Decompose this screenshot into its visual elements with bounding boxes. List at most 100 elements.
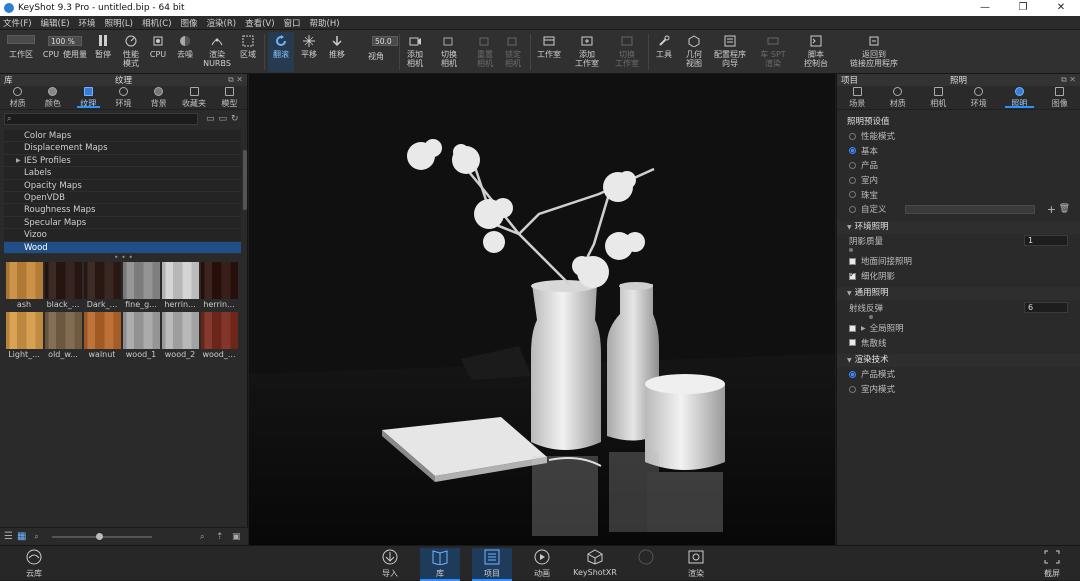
disabled-tool-button[interactable] <box>626 548 666 579</box>
texture-swatch[interactable] <box>84 262 121 299</box>
zoom-in-icon[interactable]: ⌕ <box>200 532 204 542</box>
texture-swatch[interactable] <box>6 262 43 299</box>
texture-thumbnail[interactable]: wood_... <box>200 312 238 360</box>
script-console-button[interactable]: 脚本控制台 <box>800 32 832 72</box>
custom-preset-dropdown[interactable] <box>905 205 1035 214</box>
folder-color-maps[interactable]: Color Maps <box>4 130 241 142</box>
slider-knob[interactable] <box>869 315 873 319</box>
studio-button[interactable]: 工作室 <box>534 32 564 72</box>
texture-swatch[interactable] <box>123 262 160 299</box>
texture-swatch[interactable] <box>201 312 238 349</box>
close-button[interactable]: ✕ <box>1042 0 1080 16</box>
tab-backplates[interactable]: 背景 <box>141 86 176 109</box>
interior-mode-option[interactable]: 室内模式 <box>837 382 1080 397</box>
preset-custom[interactable]: 自定义 + 🗑 <box>837 202 1080 217</box>
texture-swatch[interactable] <box>84 312 121 349</box>
texture-swatch[interactable] <box>162 312 199 349</box>
texture-thumbnail[interactable]: black_... <box>44 262 82 310</box>
tab-environments[interactable]: 环境 <box>106 86 141 109</box>
folder-ies-profiles[interactable]: ▶IES Profiles <box>4 155 241 167</box>
radio-button[interactable] <box>849 133 856 140</box>
texture-thumbnail[interactable]: wood_1 <box>122 312 160 360</box>
checkbox[interactable] <box>849 325 856 332</box>
tab-lighting[interactable]: 照明 <box>999 86 1040 109</box>
add-studio-button[interactable]: 添加工作室 <box>570 32 604 72</box>
radio-button[interactable] <box>849 386 856 393</box>
folder-open-icon[interactable]: ▭ <box>206 114 215 124</box>
folder-openvdb[interactable]: OpenVDB <box>4 192 241 204</box>
zoom-out-icon[interactable]: ⌕ <box>34 532 38 542</box>
folder-labels[interactable]: Labels <box>4 167 241 179</box>
dolly-button[interactable]: 推移 <box>325 32 349 72</box>
texture-thumbnail[interactable]: wood_2 <box>161 312 199 360</box>
library-button[interactable]: 库 <box>420 548 460 579</box>
radio-button-selected[interactable] <box>849 147 856 154</box>
thumbnail-size-slider-knob[interactable] <box>96 533 103 540</box>
menu-environment[interactable]: 环境 <box>79 17 96 29</box>
tab-camera[interactable]: 相机 <box>918 86 959 109</box>
folder-specular-maps[interactable]: Specular Maps <box>4 217 241 229</box>
shadow-quality-field[interactable]: 1 <box>1024 235 1068 246</box>
texture-swatch[interactable] <box>45 312 82 349</box>
texture-thumbnail[interactable]: herrin... <box>161 262 199 310</box>
texture-swatch[interactable] <box>123 312 160 349</box>
import-button[interactable]: 导入 <box>370 548 410 579</box>
radio-button[interactable] <box>849 177 856 184</box>
ground-indirect-row[interactable]: 地面间接照明 <box>837 254 1080 269</box>
menu-help[interactable]: 帮助(H) <box>310 17 340 29</box>
tab-material[interactable]: 材质 <box>878 86 919 109</box>
preset-performance-mode[interactable]: 性能模式 <box>837 129 1080 144</box>
tab-colors[interactable]: 颜色 <box>35 86 70 109</box>
preset-product[interactable]: 产品 <box>837 158 1080 173</box>
texture-swatch[interactable] <box>201 262 238 299</box>
upload-cloud-icon[interactable]: ⇡ <box>216 532 224 542</box>
panel-window-buttons[interactable]: ⧉ ✕ <box>1061 75 1076 85</box>
maximize-button[interactable]: ❐ <box>1004 0 1042 16</box>
add-preset-icon[interactable]: + <box>1047 203 1056 216</box>
menu-view[interactable]: 查看(V) <box>245 17 274 29</box>
preset-interior[interactable]: 室内 <box>837 173 1080 188</box>
render-viewport[interactable] <box>249 74 835 545</box>
folder-roughness-maps[interactable]: Roughness Maps <box>4 204 241 216</box>
menu-lighting[interactable]: 照明(L) <box>105 17 133 29</box>
radio-button-selected[interactable] <box>849 371 856 378</box>
pause-button[interactable]: 暂停 <box>91 32 115 72</box>
folder-displacement-maps[interactable]: Displacement Maps <box>4 142 241 154</box>
menu-file[interactable]: 文件(F) <box>3 17 32 29</box>
tab-favorites[interactable]: 收藏夹 <box>176 86 211 109</box>
grid-view-icon[interactable]: ▦ <box>17 531 26 542</box>
expand-arrow-icon[interactable]: ▶ <box>861 325 866 332</box>
texture-thumbnail[interactable]: ash <box>5 262 43 310</box>
menu-window[interactable]: 窗口 <box>284 17 301 29</box>
folder-vizoo[interactable]: Vizoo <box>4 229 241 241</box>
radio-button[interactable] <box>849 191 856 198</box>
refresh-icon[interactable]: ↻ <box>231 114 239 124</box>
folder-add-icon[interactable]: ▭ <box>219 114 228 124</box>
workspace-button[interactable]: 工作区 <box>6 32 36 72</box>
field-of-view-field[interactable]: 50.0 <box>372 36 398 46</box>
texture-thumbnail[interactable]: Dark_... <box>83 262 121 310</box>
folder-wood[interactable]: Wood <box>4 242 241 254</box>
screenshot-button[interactable]: 截屏 <box>1032 548 1072 579</box>
geometry-view-button[interactable]: 几何视图 <box>682 32 706 72</box>
denoise-button[interactable]: 去噪 <box>172 32 198 72</box>
general-lighting-header[interactable]: ▼通用照明 <box>837 287 1080 300</box>
texture-swatch[interactable] <box>162 262 199 299</box>
performance-mode-button[interactable]: 性能模式 <box>117 32 145 72</box>
texture-thumbnail[interactable]: old_w... <box>44 312 82 360</box>
checkbox[interactable] <box>849 258 856 265</box>
render-nurbs-button[interactable]: 渲染NURBS <box>202 32 232 72</box>
expand-arrow-icon[interactable]: ▶ <box>16 155 21 167</box>
texture-thumbnail[interactable]: Light_... <box>5 312 43 360</box>
keyshotxr-button[interactable]: KeyShotXR <box>570 548 620 579</box>
spt-render-button[interactable]: 车 SPT渲染 <box>756 32 790 72</box>
cpu-mode-button[interactable]: CPU <box>148 32 168 72</box>
slider-knob[interactable] <box>849 248 853 252</box>
product-mode-option[interactable]: 产品模式 <box>837 367 1080 382</box>
checkbox[interactable] <box>849 339 856 346</box>
menu-camera[interactable]: 相机(C) <box>142 17 172 29</box>
tab-environment[interactable]: 环境 <box>959 86 1000 109</box>
tools-button[interactable]: 工具 <box>652 32 676 72</box>
menu-image[interactable]: 图像 <box>181 17 198 29</box>
image-import-icon[interactable]: ▣ <box>232 532 241 542</box>
